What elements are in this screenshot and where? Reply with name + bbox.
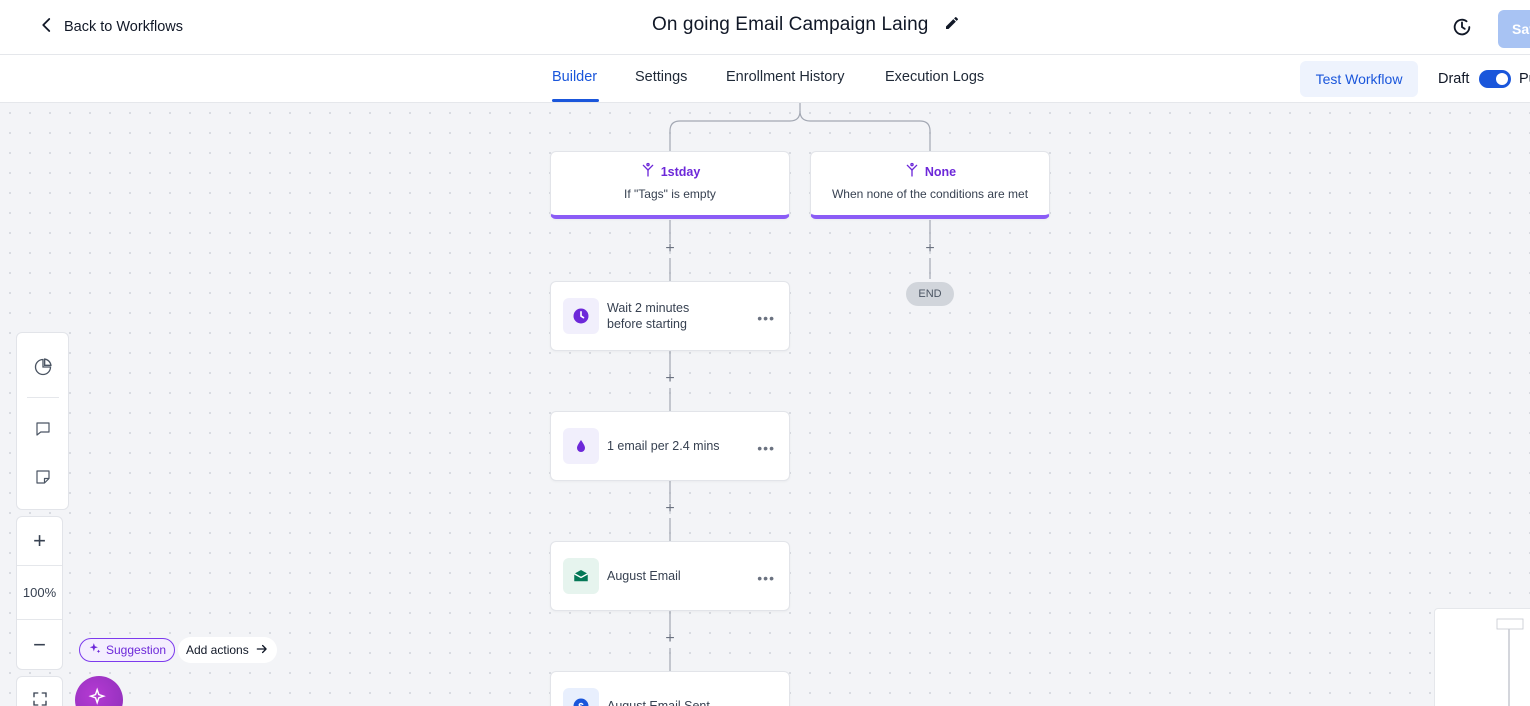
branch-name: None xyxy=(924,164,957,179)
tab-builder[interactable]: Builder xyxy=(552,69,597,85)
stats-pie-icon[interactable] xyxy=(17,343,69,391)
test-workflow-button[interactable]: Test Workflow xyxy=(1300,61,1418,97)
action-label: August Email Sent xyxy=(607,699,710,706)
action-label: August Email xyxy=(607,569,681,583)
workflow-canvas[interactable]: 1stday If "Tags" is empty None When none… xyxy=(0,103,1530,706)
add-step-plus-button[interactable]: + xyxy=(663,240,677,258)
back-label: Back to Workflows xyxy=(64,19,183,35)
publish-label: Publish xyxy=(1519,71,1530,87)
draft-label: Draft xyxy=(1438,71,1470,87)
tab-settings[interactable]: Settings xyxy=(635,69,687,85)
branch-description: If "Tags" is empty xyxy=(624,187,716,201)
more-options-icon[interactable]: ••• xyxy=(757,440,775,456)
zoom-out-button[interactable]: − xyxy=(17,621,62,669)
top-header: Back to Workflows On going Email Campaig… xyxy=(0,0,1530,55)
action-card-email-sent[interactable]: $ August Email Sent ••• xyxy=(550,671,790,706)
add-actions-button[interactable]: Add actions xyxy=(178,637,277,663)
suggestion-label: Suggestion xyxy=(106,643,167,657)
action-card-email[interactable]: August Email ••• xyxy=(550,541,790,611)
zoom-level: 100% xyxy=(22,584,57,600)
branch-card-none[interactable]: None When none of the conditions are met xyxy=(810,151,1050,219)
tab-bar: Builder Settings Enrollment History Exec… xyxy=(0,55,1530,103)
action-label: 1 email per 2.4 mins xyxy=(607,439,720,453)
zoom-in-button[interactable]: + xyxy=(17,517,62,565)
expand-icon xyxy=(17,685,62,706)
branch-name: 1stday xyxy=(660,164,701,179)
tab-enrollment-history[interactable]: Enrollment History xyxy=(726,69,844,85)
more-options-icon[interactable]: ••• xyxy=(757,570,775,586)
add-step-plus-button[interactable]: + xyxy=(663,500,677,518)
branch-card-1stday[interactable]: 1stday If "Tags" is empty xyxy=(550,151,790,219)
branch-split-icon xyxy=(640,162,656,181)
sticky-note-icon[interactable] xyxy=(17,453,69,501)
arrow-right-icon xyxy=(255,642,269,659)
sparkle-icon xyxy=(88,687,110,706)
svg-text:$: $ xyxy=(578,702,584,706)
workflow-title: On going Email Campaign Laing xyxy=(652,14,929,35)
version-history-icon[interactable] xyxy=(1451,16,1473,38)
fit-view-button[interactable] xyxy=(16,676,63,706)
sparkle-icon xyxy=(88,642,102,659)
add-step-plus-button[interactable]: + xyxy=(923,240,937,258)
more-options-icon[interactable]: ••• xyxy=(757,700,775,706)
action-label: Wait 2 minutes before starting xyxy=(607,301,690,331)
active-tab-indicator xyxy=(552,99,599,102)
branch-split-icon xyxy=(904,162,920,181)
add-step-plus-button[interactable]: + xyxy=(663,370,677,388)
publish-toggle[interactable] xyxy=(1479,70,1511,88)
add-step-plus-button[interactable]: + xyxy=(663,630,677,648)
minimap-preview xyxy=(1496,618,1524,706)
minimap[interactable] xyxy=(1434,608,1530,706)
edit-pencil-icon[interactable] xyxy=(944,15,960,36)
dollar-icon: $ xyxy=(563,688,599,706)
email-icon xyxy=(563,558,599,594)
action-card-wait[interactable]: Wait 2 minutes before starting ••• xyxy=(550,281,790,351)
comment-icon[interactable] xyxy=(17,405,69,453)
end-node: END xyxy=(906,282,954,306)
zoom-controls: + 100% − xyxy=(16,516,63,670)
tab-execution-logs[interactable]: Execution Logs xyxy=(885,69,984,85)
suggestion-badge[interactable]: Suggestion xyxy=(79,638,176,662)
more-options-icon[interactable]: ••• xyxy=(757,310,775,326)
back-to-workflows-link[interactable]: Back to Workflows xyxy=(38,16,183,38)
drip-icon xyxy=(563,428,599,464)
branch-description: When none of the conditions are met xyxy=(831,187,1029,201)
action-card-drip[interactable]: 1 email per 2.4 mins ••• xyxy=(550,411,790,481)
add-actions-label: Add actions xyxy=(186,643,249,657)
clock-icon xyxy=(563,298,599,334)
canvas-tools-panel xyxy=(16,332,69,510)
save-button[interactable]: Save xyxy=(1498,10,1530,48)
chevron-left-icon xyxy=(38,16,56,38)
